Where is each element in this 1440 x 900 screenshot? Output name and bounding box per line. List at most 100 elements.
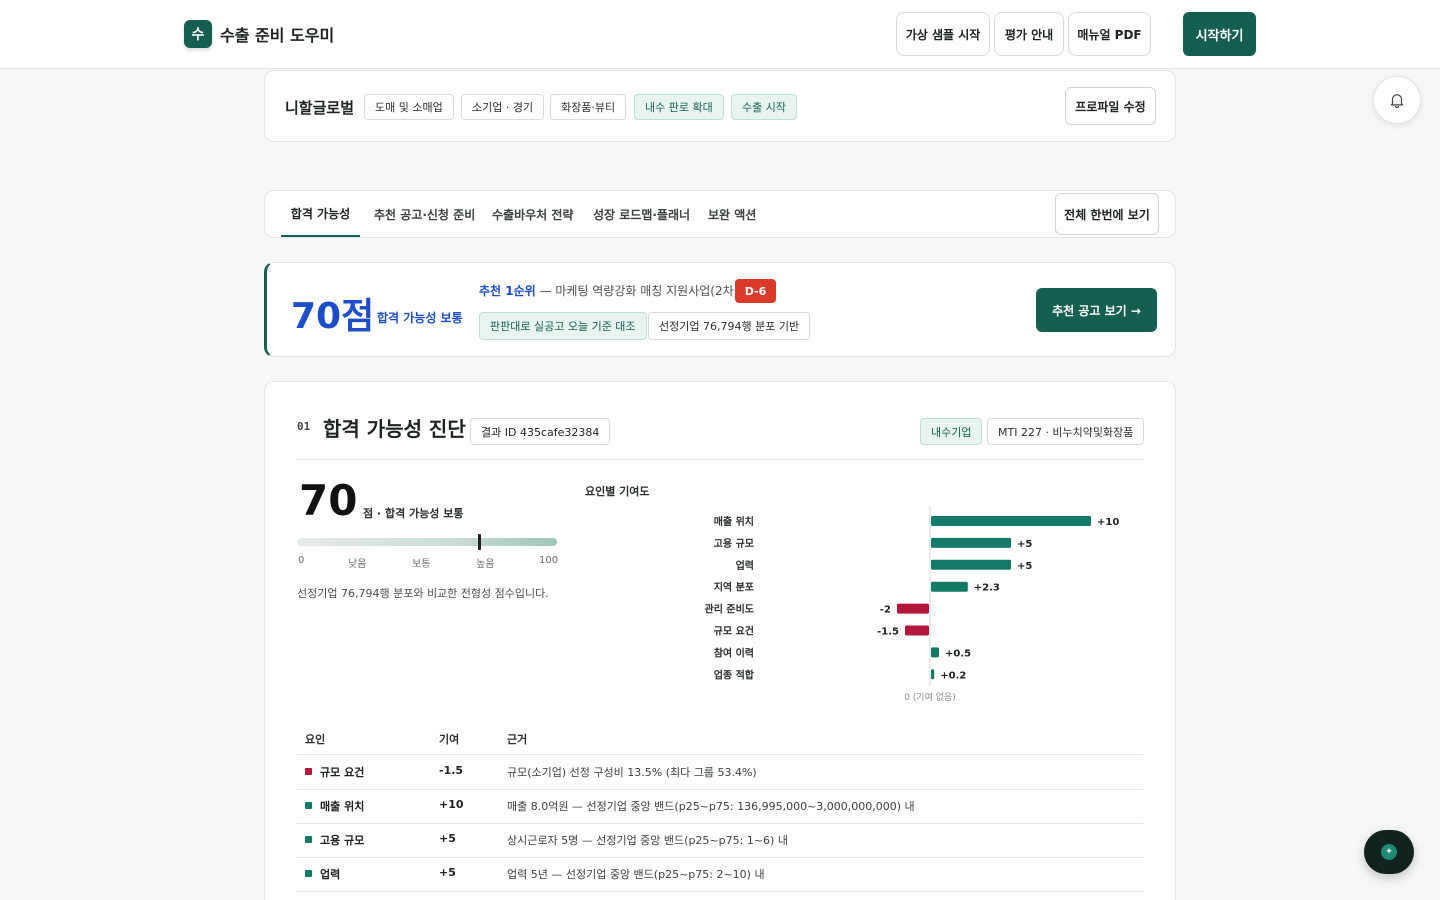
factor-reason: 상시근로자 5명 — 선정기업 중앙 밴드(p25~p75: 1~6) 내 (507, 834, 788, 847)
table-header-reason: 근거 (507, 733, 528, 746)
profile-card: 니할글로벌 도매 및 소매업 소기업 · 경기 화장품·뷰티 내수 판로 확대 … (264, 70, 1176, 142)
bar-value-label: +0.5 (945, 648, 971, 659)
factor-name: 업력 (320, 868, 341, 881)
tab-recommended-notices[interactable]: 추천 공고·신청 준비 (374, 191, 475, 237)
notification-bell[interactable] (1373, 76, 1421, 124)
company-name: 니할글로벌 (285, 99, 355, 117)
zero-axis-label: 0 (기여 없음) (904, 691, 956, 703)
bar-category-label: 규모 요건 (714, 625, 754, 638)
factor-color-dot (305, 802, 312, 809)
rec-rank: 추천 1순위 (479, 284, 536, 298)
dday-badge: D-6 (735, 279, 776, 303)
bar (931, 669, 935, 680)
bar-value-label: -1.5 (877, 627, 899, 638)
factor-name: 매출 위치 (320, 800, 365, 813)
tab-growth-roadmap[interactable]: 성장 로드맵·플래너 (593, 191, 690, 237)
goal-tag-domestic: 내수 판로 확대 (634, 94, 724, 120)
section-divider (297, 459, 1143, 460)
bar (931, 581, 968, 592)
bar (897, 603, 929, 614)
summary-score-label: 합격 가능성 보통 (377, 311, 463, 325)
manual-pdf-button[interactable]: 매뉴얼 PDF (1068, 12, 1151, 56)
tab-improvement-actions[interactable]: 보완 액션 (708, 191, 756, 237)
assistant-fab[interactable]: ✦ (1364, 830, 1414, 874)
summary-card: 70점 합격 가능성 보통 추천 1순위 — 마케팅 역량강화 매칭 지원사업(… (264, 262, 1176, 357)
contribution-chart: 매출 위치 +10 고용 규모 +5 업력 +5 지역 분포 +2.3 관리 준비도 -2 규모 요… (705, 506, 1119, 703)
summary-score: 70점 (291, 296, 375, 337)
diagnosis-score: 70 (299, 476, 358, 525)
result-id-badge: 결과 ID 435cafe32384 (470, 418, 611, 445)
score-gauge (297, 534, 557, 550)
gauge-label-low: 낮음 (348, 559, 367, 570)
logo-mark: 수 (184, 20, 212, 48)
factor-value: +10 (439, 798, 464, 811)
table-row: 고용 규모 +5 상시근로자 5명 — 선정기업 중앙 밴드(p25~p75: 1~… (297, 823, 1143, 857)
factor-reason: 매출 8.0억원 — 선정기업 중앙 밴드(p25~p75: 136,995,0… (507, 800, 915, 813)
bar-value-label: +10 (1097, 517, 1119, 528)
tab-pass-probability[interactable]: 합격 가능성 (281, 191, 360, 237)
table-row-divider (297, 891, 1143, 892)
bar-category-label: 지역 분포 (714, 581, 754, 594)
category-tag: 화장품·뷰티 (550, 94, 627, 120)
goal-tag-export: 수출 시작 (731, 94, 797, 120)
bar-category-label: 업종 적합 (714, 668, 755, 681)
table-header-contribution: 기여 (439, 733, 460, 746)
table-header-factor: 요인 (305, 733, 326, 746)
factor-name: 고용 규모 (320, 834, 365, 847)
edit-profile-button[interactable]: 프로파일 수정 (1065, 87, 1156, 125)
size-region-tag: 소기업 · 경기 (461, 94, 545, 120)
bar-category-label: 고용 규모 (714, 538, 754, 550)
bar (905, 625, 929, 636)
app-title: 수출 준비 도우미 (220, 26, 335, 45)
live-notice-chip: 판판대로 실공고 오늘 기준 대조 (479, 312, 647, 340)
tab-export-voucher[interactable]: 수출바우처 전략 (492, 191, 573, 237)
factor-reason: 규모(소기업) 선정 구성비 13.5% (최다 그룹 53.4%) (507, 766, 757, 779)
virtual-sample-button[interactable]: 가상 샘플 시작 (896, 12, 990, 56)
bar-value-label: +2.3 (974, 583, 1000, 594)
bar (931, 559, 1011, 570)
gauge-label-max: 100 (539, 555, 559, 566)
bar-category-label: 업력 (736, 559, 754, 572)
bar-value-label: +5 (1017, 561, 1032, 572)
factor-color-dot (305, 768, 312, 775)
bar (931, 537, 1011, 548)
bar-category-label: 참여 이력 (714, 646, 754, 659)
section-title: 합격 가능성 진단 (323, 417, 466, 441)
industry-tag: 도매 및 소매업 (364, 94, 454, 120)
top-recommendation[interactable]: 추천 1순위 — 마케팅 역량강화 매칭 지원사업(2차) (479, 282, 738, 299)
factor-value: +5 (439, 832, 456, 845)
mti-badge: MTI 227 · 비누치약및화장품 (987, 418, 1145, 445)
factor-value: +5 (439, 866, 456, 879)
chart-title: 요인별 기여도 (585, 485, 650, 498)
app-logo[interactable]: 수 수출 준비 도우미 (184, 20, 334, 48)
bell-icon (1390, 94, 1404, 109)
evaluation-guide-button[interactable]: 평가 안내 (994, 12, 1064, 56)
gauge-label-mid: 보통 (412, 559, 431, 570)
tab-bar: 합격 가능성 추천 공고·신청 준비 수출바우처 전략 성장 로드맵·플래너 보… (264, 190, 1176, 238)
distribution-chip: 선정기업 76,794행 분포 기반 (648, 312, 811, 340)
table-row: 매출 위치 +10 매출 8.0억원 — 선정기업 중앙 밴드(p25~p75: 1… (297, 789, 1143, 823)
table-row: 규모 요건 -1.5 규모(소기업) 선정 구성비 13.5% (최다 그룹 53.… (297, 755, 1143, 789)
factor-name: 규모 요건 (320, 766, 365, 779)
table-row: 업력 +5 업력 5년 — 선정기업 중앙 밴드(p25~p75: 2~10) 내 (297, 857, 1143, 891)
diagnosis-card: 01 합격 가능성 진단 결과 ID 435cafe32384 내수기업 MTI… (264, 381, 1176, 900)
bar-category-label: 매출 위치 (714, 515, 754, 528)
bar-value-label: -2 (880, 605, 891, 616)
gauge-note: 선정기업 76,794행 분포와 비교한 전형성 점수입니다. (297, 587, 549, 600)
section-number: 01 (297, 420, 311, 433)
factor-reason: 업력 5년 — 선정기업 중앙 밴드(p25~p75: 2~10) 내 (507, 868, 765, 881)
diagnosis-score-label: 점 · 합격 가능성 보통 (363, 507, 464, 520)
top-header: 수 수출 준비 도우미 가상 샘플 시작 평가 안내 매뉴얼 PDF 시작하기 (0, 0, 1440, 69)
gauge-label-min: 0 (298, 555, 305, 566)
factor-color-dot (305, 870, 312, 877)
gauge-marker (477, 534, 481, 550)
start-button[interactable]: 시작하기 (1183, 12, 1256, 56)
bar-category-label: 관리 준비도 (705, 603, 754, 616)
bar (931, 647, 939, 658)
view-all-button[interactable]: 전체 한번에 보기 (1055, 193, 1159, 235)
gauge-label-high: 높음 (476, 559, 495, 570)
bar (931, 516, 1091, 526)
company-type-badge: 내수기업 (920, 418, 983, 445)
bar-value-label: +0.2 (940, 670, 966, 681)
view-recommended-button[interactable]: 추천 공고 보기 → (1036, 288, 1157, 332)
